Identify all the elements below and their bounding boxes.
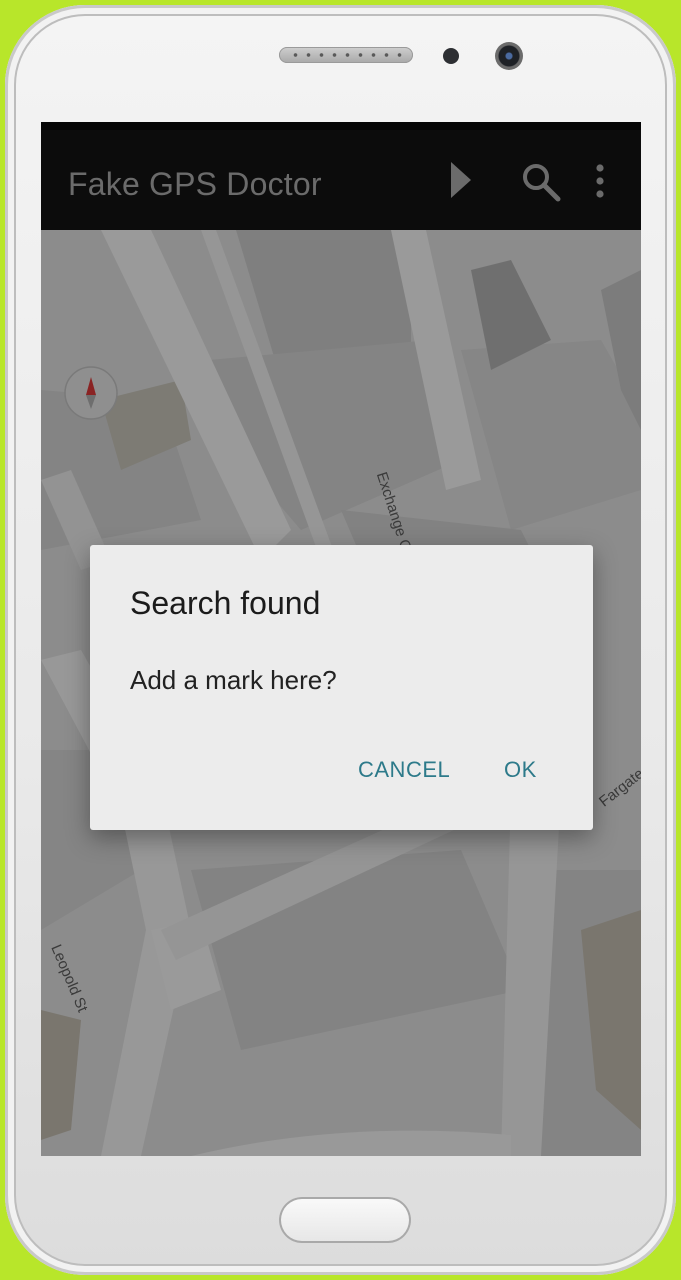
more-vert-icon[interactable]: [593, 164, 607, 198]
cancel-button[interactable]: CANCEL: [358, 757, 450, 783]
search-icon[interactable]: [521, 162, 561, 202]
dialog-message: Add a mark here?: [130, 665, 337, 695]
proximity-sensor: [443, 48, 459, 64]
home-button[interactable]: [279, 1197, 411, 1243]
ok-button[interactable]: OK: [504, 757, 537, 783]
front-camera: [495, 42, 523, 70]
status-bar: [41, 122, 641, 130]
play-icon[interactable]: [449, 160, 473, 200]
dialog-title: Search found: [130, 585, 321, 621]
earpiece-speaker: [279, 47, 413, 63]
screen: Fake GPS Doctor Exchange Gateway Fargate…: [41, 122, 641, 1156]
app-bar: Fake GPS Doctor: [41, 130, 641, 230]
compass-icon[interactable]: [63, 365, 119, 421]
app-title: Fake GPS Doctor: [68, 166, 322, 202]
confirm-dialog: Search found Add a mark here? CANCEL OK: [90, 545, 593, 830]
